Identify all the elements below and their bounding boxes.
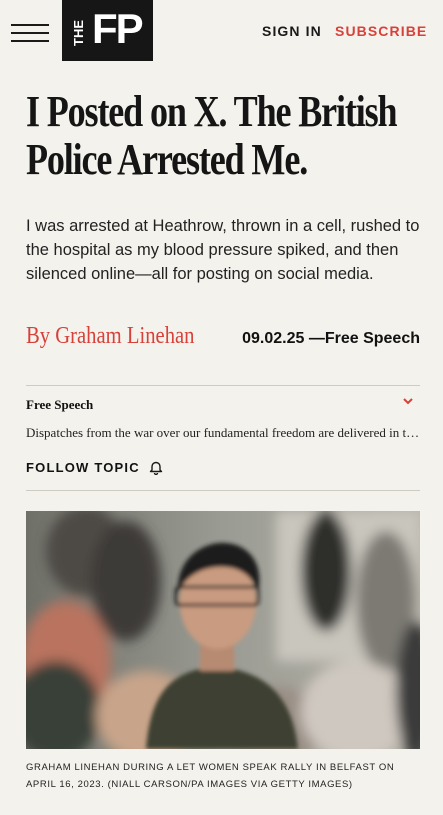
photo-illustration: [26, 511, 420, 749]
bell-icon: [149, 461, 163, 475]
logo-the-text: THE: [71, 20, 86, 46]
article-photo: [26, 511, 420, 749]
hamburger-menu-icon[interactable]: [11, 24, 49, 42]
follow-topic-button[interactable]: FOLLOW TOPIC: [26, 460, 163, 475]
sign-in-link[interactable]: SIGN IN: [262, 23, 322, 39]
site-header: THE FP SIGN IN SUBSCRIBE: [0, 0, 443, 66]
site-logo[interactable]: THE FP: [62, 0, 153, 61]
author-byline[interactable]: By Graham Linehan: [26, 323, 195, 350]
article-headline: I Posted on X. The British Police Arrest…: [26, 87, 398, 184]
follow-topic-label: FOLLOW TOPIC: [26, 460, 140, 475]
topic-name[interactable]: Free Speech: [26, 397, 93, 413]
subscribe-link[interactable]: SUBSCRIBE: [335, 23, 427, 39]
topic-divider-top: [26, 385, 420, 386]
logo-fp-text: FP: [92, 5, 144, 52]
chevron-down-icon[interactable]: [402, 395, 414, 407]
photo-caption: GRAHAM LINEHAN DURING A LET WOMEN SPEAK …: [26, 762, 395, 790]
article-dek: I was arrested at Heathrow, thrown in a …: [26, 217, 420, 283]
topic-divider-bottom: [26, 490, 420, 491]
topic-description: Dispatches from the war over our fundame…: [26, 425, 420, 440]
article-date-section: 09.02.25 —Free Speech: [242, 330, 420, 347]
